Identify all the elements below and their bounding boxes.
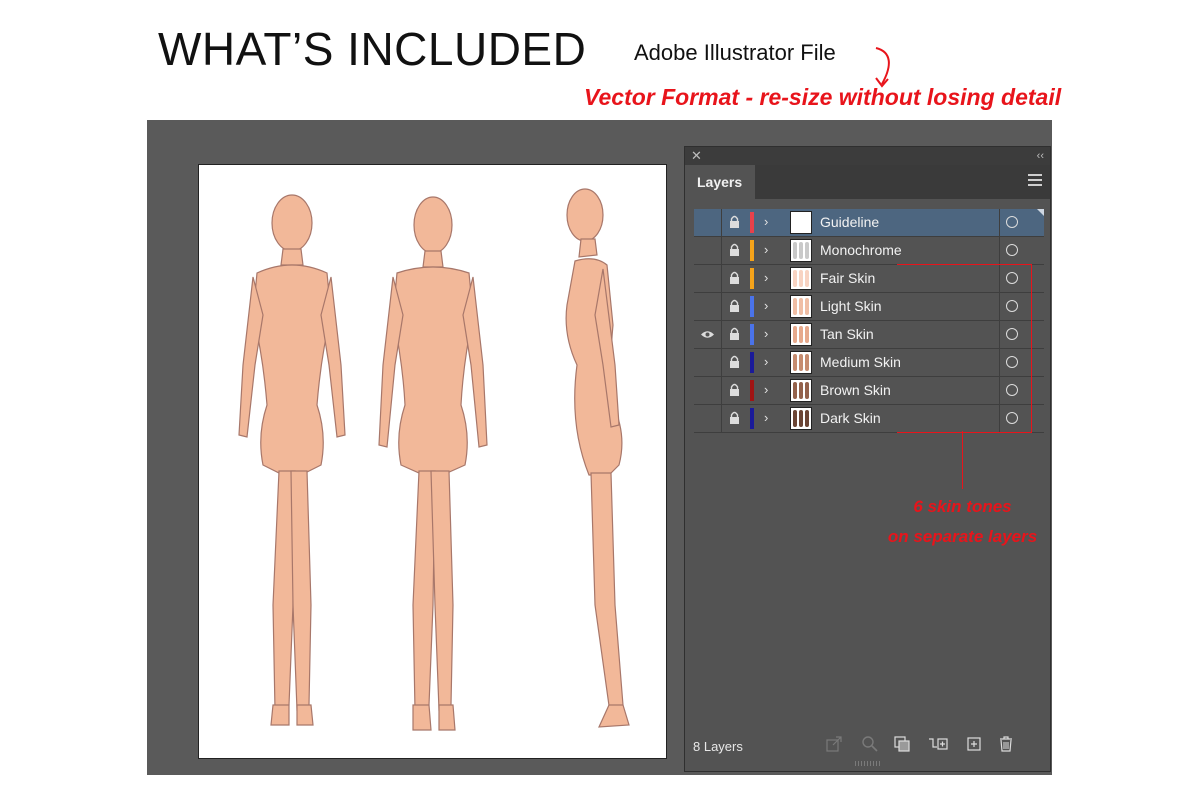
tab-layers[interactable]: Layers — [685, 165, 755, 199]
layer-name: Light Skin — [820, 298, 882, 314]
trash-icon[interactable] — [997, 735, 1015, 753]
layer-thumbnail — [790, 351, 812, 374]
lock-icon[interactable] — [729, 355, 740, 369]
annotation-line-2: on separate layers — [887, 527, 1038, 546]
eye-icon[interactable] — [700, 330, 715, 339]
new-sublayer-icon[interactable] — [927, 735, 949, 753]
lock-toggle[interactable] — [722, 265, 747, 292]
chevron-right-icon[interactable]: › — [764, 382, 768, 397]
lock-toggle[interactable] — [722, 293, 747, 320]
visibility-toggle[interactable] — [694, 237, 722, 264]
target-circle-icon[interactable] — [1006, 216, 1018, 228]
layers-panel: ✕ ‹‹ Layers › Guideline › Monochrome › F… — [684, 146, 1051, 772]
layer-thumbnail — [790, 211, 812, 234]
lock-icon[interactable] — [729, 243, 740, 257]
page-title: WHAT’S INCLUDED — [158, 23, 587, 75]
chevron-right-icon[interactable]: › — [764, 354, 768, 369]
lock-icon[interactable] — [729, 215, 740, 229]
skin-layers-bracket — [897, 264, 1032, 433]
lock-icon[interactable] — [729, 411, 740, 425]
lock-toggle[interactable] — [722, 321, 747, 348]
export-icon[interactable] — [825, 735, 843, 753]
layer-name: Tan Skin — [820, 326, 874, 342]
artboard — [198, 164, 667, 759]
layer-name: Dark Skin — [820, 410, 881, 426]
layer-row[interactable]: › Guideline — [694, 209, 1044, 237]
lock-icon[interactable] — [729, 383, 740, 397]
layer-name: Medium Skin — [820, 354, 901, 370]
chevron-right-icon[interactable]: › — [764, 298, 768, 313]
layer-row[interactable]: › Monochrome — [694, 237, 1044, 265]
layer-thumbnail — [790, 239, 812, 262]
panel-menu-icon[interactable] — [1028, 174, 1042, 190]
visibility-toggle[interactable] — [694, 265, 722, 292]
visibility-toggle[interactable] — [694, 349, 722, 376]
vector-format-note: Vector Format - re-size without losing d… — [584, 84, 1062, 110]
chevron-right-icon[interactable]: › — [764, 270, 768, 285]
illustrator-workspace: ✕ ‹‹ Layers › Guideline › Monochrome › F… — [147, 120, 1052, 775]
target-circle-icon[interactable] — [1006, 244, 1018, 256]
layer-color-bar — [750, 408, 754, 429]
new-layer-icon[interactable] — [965, 735, 983, 753]
layer-name: Monochrome — [820, 242, 902, 258]
visibility-toggle[interactable] — [694, 293, 722, 320]
clipping-mask-icon[interactable] — [893, 735, 911, 753]
chevron-right-icon[interactable]: › — [764, 214, 768, 229]
collapse-icon[interactable]: ‹‹ — [1037, 147, 1044, 165]
layer-name: Fair Skin — [820, 270, 876, 286]
resize-grip[interactable] — [855, 761, 881, 766]
layer-name: Guideline — [820, 214, 880, 230]
lock-icon[interactable] — [729, 327, 740, 341]
layer-thumbnail — [790, 379, 812, 402]
lock-icon[interactable] — [729, 299, 740, 313]
annotation-pointer-line — [962, 431, 963, 489]
annotation-line-1: 6 skin tones — [913, 497, 1012, 516]
layer-count: 8 Layers — [693, 739, 743, 754]
layer-color-bar — [750, 352, 754, 373]
panel-title-bar: ✕ ‹‹ — [685, 147, 1050, 165]
chevron-right-icon[interactable]: › — [764, 326, 768, 341]
lock-toggle[interactable] — [722, 349, 747, 376]
row-separator — [999, 237, 1000, 264]
layer-color-bar — [750, 324, 754, 345]
selection-indicator — [1037, 209, 1044, 216]
lock-toggle[interactable] — [722, 209, 747, 236]
lock-toggle[interactable] — [722, 377, 747, 404]
close-icon[interactable]: ✕ — [691, 147, 702, 165]
layer-thumbnail — [790, 407, 812, 430]
visibility-toggle[interactable] — [694, 377, 722, 404]
layer-name: Brown Skin — [820, 382, 891, 398]
skin-tones-annotation: 6 skin tones on separate layers — [860, 492, 1065, 552]
lock-icon[interactable] — [729, 271, 740, 285]
layer-thumbnail — [790, 267, 812, 290]
file-type-label: Adobe Illustrator File — [634, 40, 836, 65]
layer-thumbnail — [790, 295, 812, 318]
search-icon[interactable] — [861, 735, 879, 753]
chevron-right-icon[interactable]: › — [764, 242, 768, 257]
layer-color-bar — [750, 212, 754, 233]
visibility-toggle[interactable] — [694, 321, 722, 348]
visibility-toggle[interactable] — [694, 405, 722, 432]
layer-thumbnail — [790, 323, 812, 346]
layer-color-bar — [750, 380, 754, 401]
chevron-right-icon[interactable]: › — [764, 410, 768, 425]
panel-tab-bar: Layers — [685, 165, 1050, 199]
row-separator — [999, 209, 1000, 236]
lock-toggle[interactable] — [722, 405, 747, 432]
croquis-figures-illustration — [238, 188, 630, 731]
lock-toggle[interactable] — [722, 237, 747, 264]
layer-color-bar — [750, 240, 754, 261]
layer-color-bar — [750, 268, 754, 289]
visibility-toggle[interactable] — [694, 209, 722, 236]
layer-color-bar — [750, 296, 754, 317]
panel-footer-toolbar — [825, 735, 1045, 755]
